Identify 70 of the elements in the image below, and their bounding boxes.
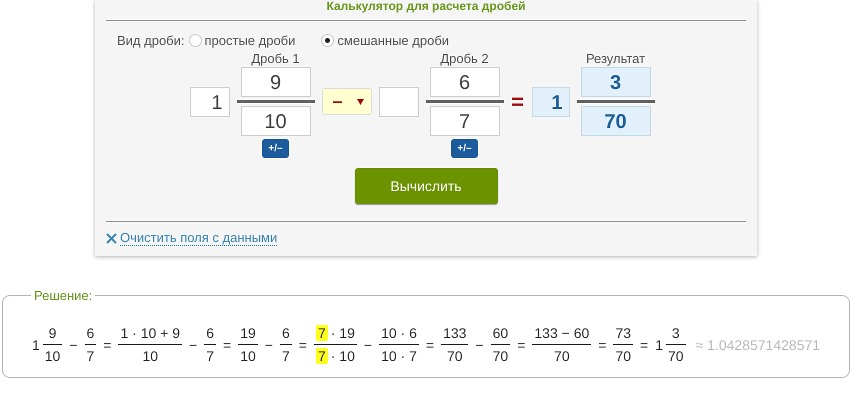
math-term: 70 [492,348,508,364]
math-operator: − [189,336,198,352]
column-label: Дробь 2 [439,51,490,67]
caret-icon [356,98,364,104]
math-term: 73 [615,325,632,341]
math-operator: = [598,336,606,352]
operator-select[interactable]: – [322,88,372,115]
math-operator: = [103,336,112,352]
math-operator: − [475,336,484,352]
numerator-field[interactable]: 6 [430,67,500,97]
whole-field[interactable]: 1 [190,86,230,116]
math-term: 6 [86,325,94,341]
math-term: 10 · 6 [381,325,417,341]
calculator-title: Калькулятор для расчета дробей [325,0,527,12]
math-term: 7 [206,348,214,364]
field-label: Вид дроби: [117,33,184,48]
math-term: · 10 [330,348,355,364]
math-term: 70 [554,348,570,364]
solution-legend: Решение: [31,288,96,303]
math-operator: = [223,336,232,352]
close-icon[interactable] [106,232,117,244]
whole-value: 1 [532,86,570,116]
math-operator: = [426,336,434,352]
math-term: 6 [206,325,214,341]
denominator-field[interactable]: 10 [240,106,310,136]
math-term: 133 [443,325,466,341]
math-term: 10 [142,348,158,364]
math-term: 10 [44,348,60,364]
denominator-field[interactable]: 7 [430,106,500,136]
math-operator: − [264,336,273,352]
clear-fields-link[interactable]: Очистить поля с данными [120,230,278,246]
denominator-value: 70 [580,106,650,136]
math-term: 1 · 10 + 9 [120,325,180,341]
sign-toggle-button[interactable]: +/– [262,139,289,158]
math-term: 70 [668,348,684,364]
math-term: 70 [446,348,463,364]
math-operator: − [69,336,78,352]
math-term: 10 · 7 [381,348,417,364]
math-operator: = [640,336,648,352]
math-term: 60 [492,325,508,341]
math-term: 1 [655,336,664,352]
calculate-button[interactable]: Вычислить [354,168,498,204]
whole-field[interactable] [378,86,418,116]
radio-button[interactable] [188,34,202,47]
math-term: 1 [32,336,40,352]
numerator-field[interactable]: 9 [240,67,310,97]
numerator-value: 3 [580,67,650,97]
math-term: 19 [240,325,256,341]
math-operator: = [517,336,526,352]
math-operator: − [364,336,372,352]
math-term: 3 [672,325,680,341]
radio-label[interactable]: простые дроби [204,33,296,48]
math-term: 7 [316,348,328,364]
column-label: Результат [584,51,646,67]
math-term: 7 [282,348,290,364]
math-term: 70 [615,348,632,364]
math-term: 7 [86,348,94,364]
math-term: 10 [240,348,256,364]
equals-sign: = [510,88,524,114]
approximate-value: ≈ 1.0428571428571 [696,336,820,352]
radio-label[interactable]: смешанные дроби [337,33,450,48]
math-operator: = [298,336,307,352]
math-term: 7 [316,325,328,341]
radio-button[interactable] [321,34,334,47]
column-label: Дробь 1 [250,51,301,67]
sign-toggle-button[interactable]: +/– [451,139,478,158]
math-term: 9 [48,325,56,341]
math-term: 133 − 60 [534,325,590,341]
math-term: · 19 [330,325,355,341]
math-term: 6 [282,325,290,341]
